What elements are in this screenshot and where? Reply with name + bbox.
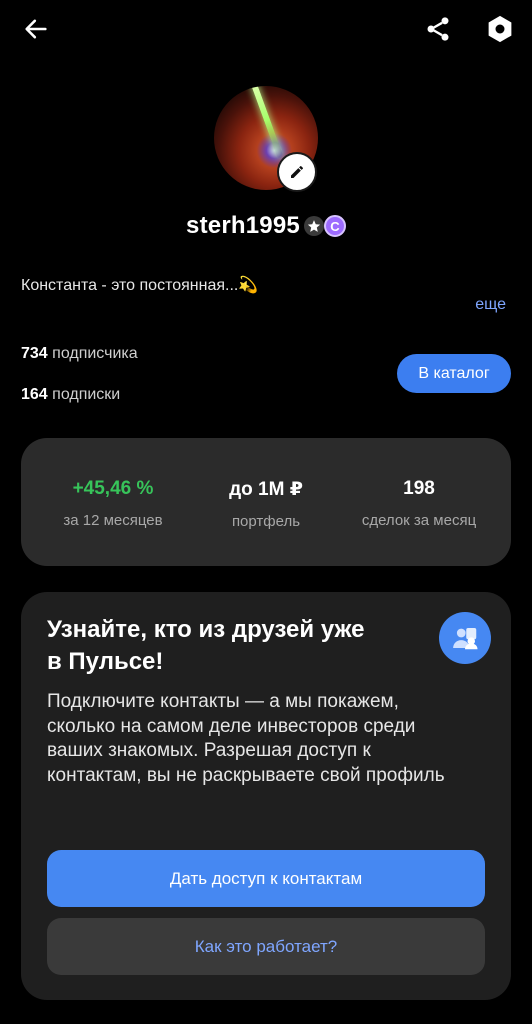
star-badge-icon <box>303 216 324 236</box>
settings-button[interactable] <box>480 9 520 49</box>
promo-title: Узнайте, кто из друзей уже в Пульсе! <box>47 616 365 675</box>
stat-deals: 198 сделок за месяц <box>339 478 499 529</box>
stats-card: +45,46 % за 12 месяцев до 1М ₽ портфель … <box>21 438 511 566</box>
username-row: sterh1995 C <box>0 212 532 240</box>
share-button[interactable] <box>418 9 458 49</box>
hexagon-settings-icon <box>488 15 512 43</box>
stat-label: за 12 месяцев <box>63 512 163 529</box>
pencil-icon <box>291 165 303 178</box>
stat-yield: +45,46 % за 12 месяцев <box>33 478 193 529</box>
followers-count[interactable]: 734 подписчика <box>21 345 138 363</box>
catalog-button[interactable]: В каталог <box>397 354 511 393</box>
username: sterh1995 <box>186 212 300 239</box>
premium-badge-icon: C <box>323 215 346 237</box>
followers-number: 734 <box>21 345 48 362</box>
profile-bio: Константа - это постоянная...💫 <box>21 277 259 294</box>
following-label: подписки <box>47 386 121 403</box>
stat-value: до 1М ₽ <box>229 479 303 500</box>
bio-more-link[interactable]: еще <box>475 296 506 314</box>
how-it-works-button[interactable]: Как это работает? <box>47 918 485 975</box>
arrow-left-icon <box>25 19 47 39</box>
stat-value: +45,46 % <box>72 478 154 499</box>
stat-value: 198 <box>403 478 435 499</box>
profile-screen: sterh1995 C Константа - это постоянная..… <box>0 0 532 1024</box>
followers-label: подписчика <box>47 345 138 362</box>
promo-description: Подключите контакты — а мы покажем, скол… <box>47 691 445 786</box>
following-number: 164 <box>21 386 48 403</box>
top-bar <box>0 0 532 60</box>
edit-avatar-button[interactable] <box>277 152 317 192</box>
stat-label: сделок за месяц <box>361 512 477 529</box>
contacts-promo-card: Узнайте, кто из друзей уже в Пульсе! Под… <box>21 592 511 1000</box>
contacts-icon <box>439 612 491 664</box>
stat-label: портфель <box>231 513 301 530</box>
stat-portfolio: до 1М ₽ портфель <box>186 478 346 530</box>
back-button[interactable] <box>16 9 56 49</box>
share-icon <box>427 17 449 41</box>
grant-contacts-access-button[interactable]: Дать доступ к контактам <box>47 850 485 907</box>
following-count[interactable]: 164 подписки <box>21 386 120 404</box>
